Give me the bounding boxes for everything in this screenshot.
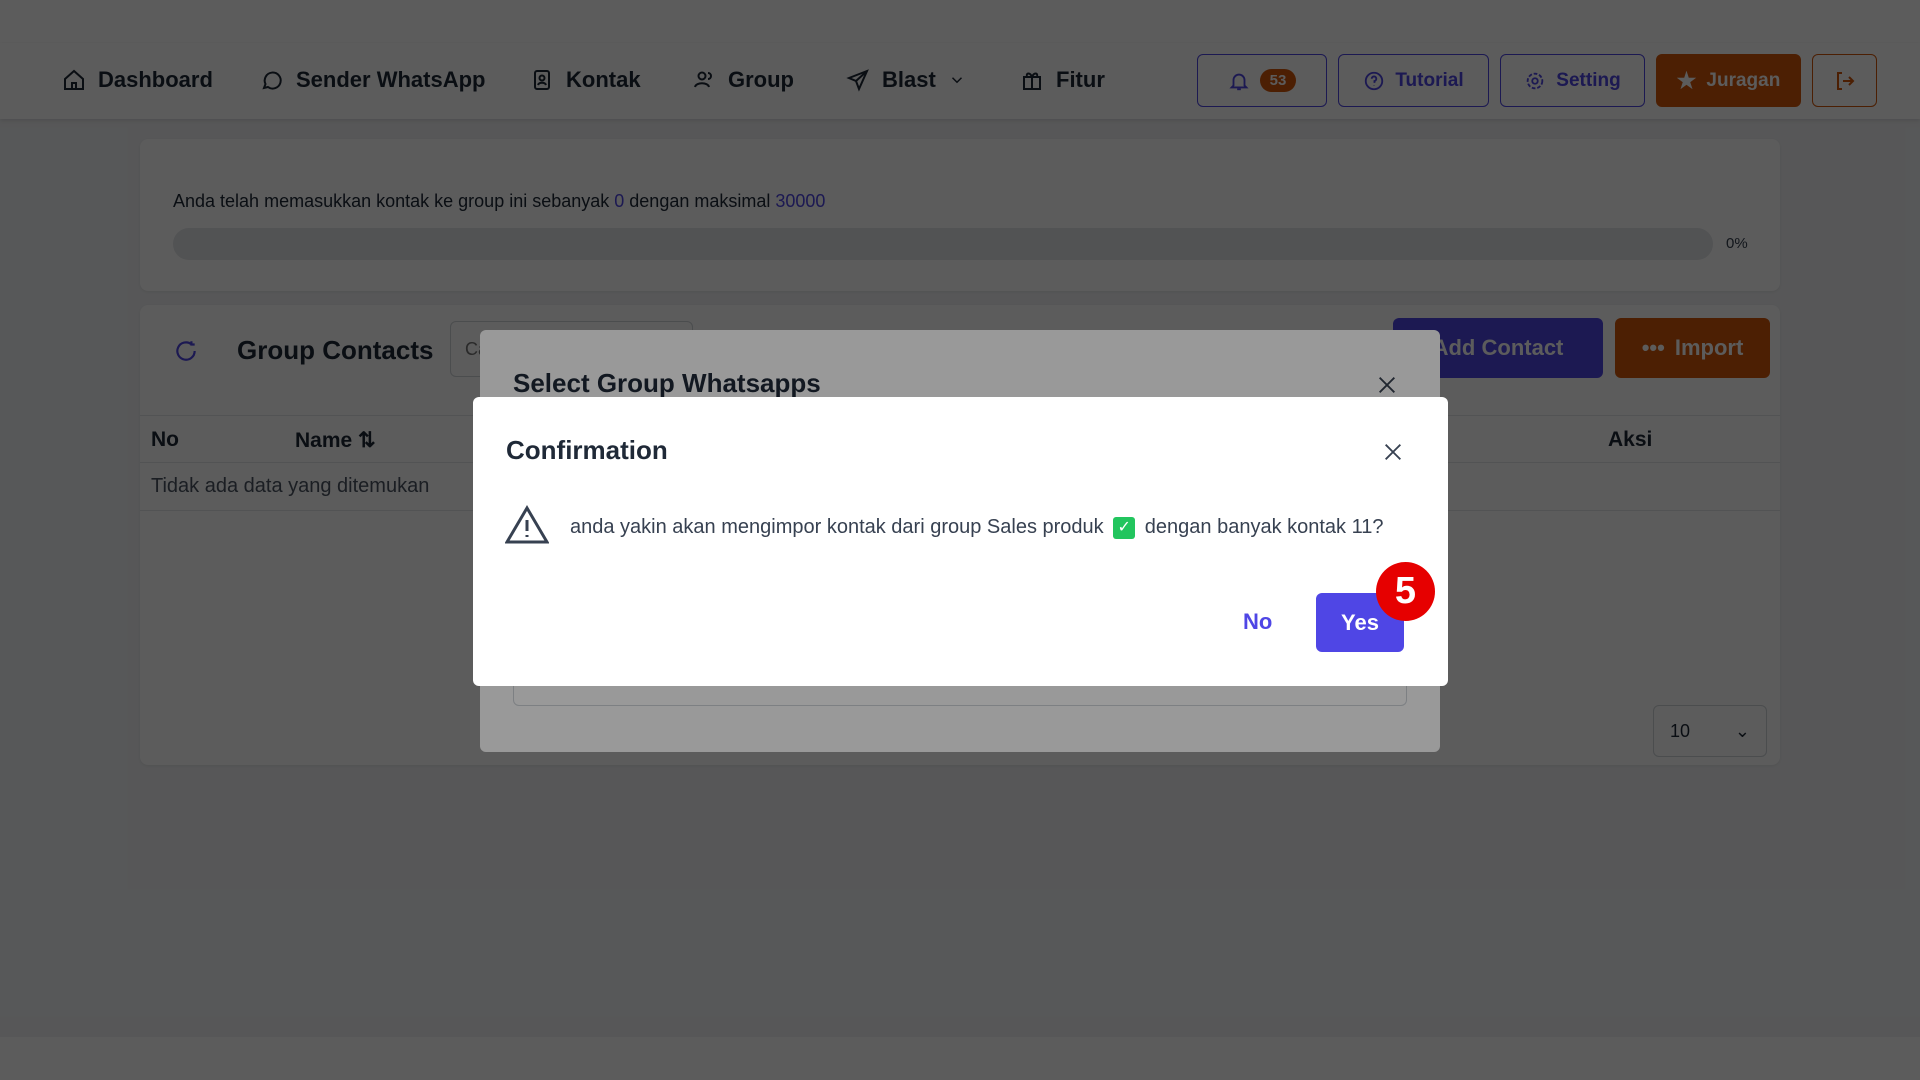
step-marker-badge: 5 bbox=[1376, 562, 1435, 621]
confirmation-message: anda yakin akan mengimpor kontak dari gr… bbox=[570, 516, 1384, 539]
close-icon[interactable] bbox=[1382, 441, 1404, 463]
confirmation-title: Confirmation bbox=[506, 435, 668, 465]
yes-label: Yes bbox=[1341, 609, 1379, 635]
message-before: anda yakin akan mengimpor kontak dari gr… bbox=[570, 516, 1110, 538]
confirmation-dialog: Confirmation anda yakin akan mengimpor k… bbox=[473, 397, 1448, 686]
message-after: dengan banyak kontak 11? bbox=[1139, 516, 1384, 538]
check-icon: ✓ bbox=[1113, 516, 1136, 539]
no-button[interactable]: No bbox=[1243, 609, 1272, 635]
warning-icon bbox=[505, 505, 549, 544]
